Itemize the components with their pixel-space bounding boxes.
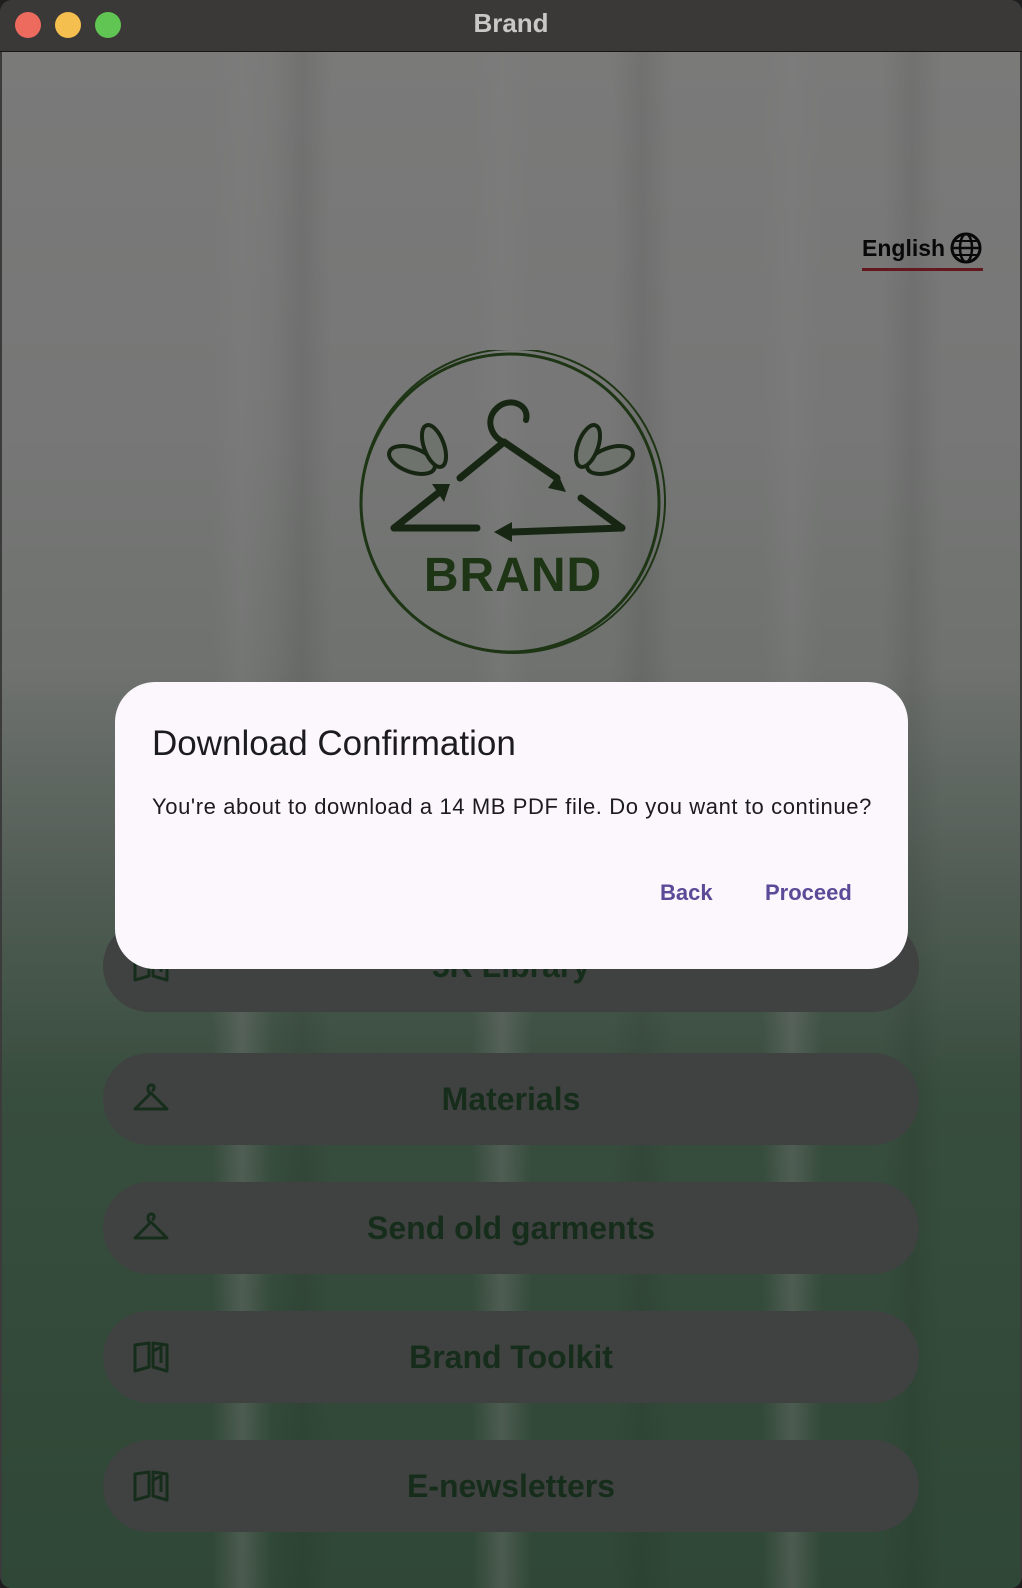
dialog-title: Download Confirmation <box>152 724 516 763</box>
app-window: Brand English <box>0 0 1022 1588</box>
window-title: Brand <box>473 8 549 38</box>
back-button[interactable]: Back <box>648 870 725 916</box>
title-bar: Brand <box>0 0 1022 52</box>
dialog-message: You're about to download a 14 MB PDF fil… <box>152 794 872 819</box>
download-confirmation-dialog: Download Confirmation You're about to do… <box>115 682 908 969</box>
proceed-button[interactable]: Proceed <box>753 870 864 916</box>
main-content: English <box>2 52 1020 1588</box>
